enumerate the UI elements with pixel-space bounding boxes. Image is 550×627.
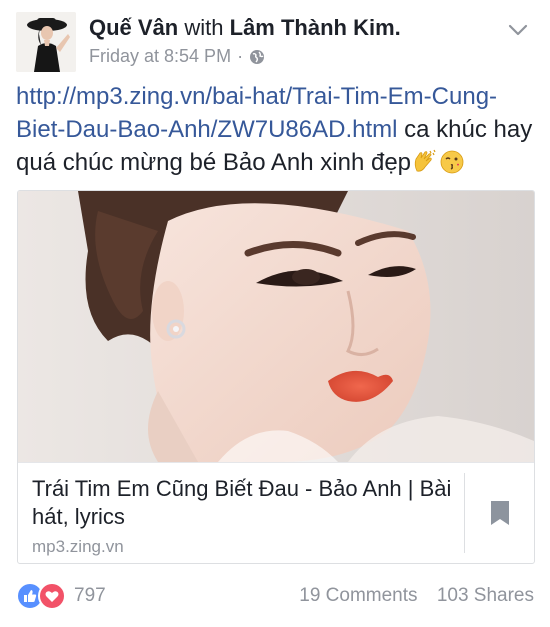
- tagged-name[interactable]: Lâm Thành Kim.: [230, 15, 401, 40]
- post-timestamp[interactable]: Friday at 8:54 PM: [89, 46, 231, 67]
- clapping-hands-emoji: [412, 149, 438, 184]
- link-preview-card[interactable]: Trái Tim Em Cũng Biết Đau - Bảo Anh | Bà…: [17, 190, 535, 564]
- shares-count[interactable]: 103 Shares: [437, 585, 534, 606]
- post-message: http://mp3.zing.vn/bai-hat/Trai-Tim-Em-C…: [16, 80, 536, 184]
- bookmark-icon: [490, 500, 510, 526]
- chevron-down-icon: [508, 24, 528, 36]
- author-line: Quế Vân with Lâm Thành Kim.: [89, 14, 401, 42]
- face-blowing-kiss-emoji: [439, 149, 465, 184]
- author-name[interactable]: Quế Vân: [89, 15, 178, 40]
- love-reaction-icon: [38, 582, 66, 610]
- post-stats: 19 Comments 103 Shares: [299, 585, 534, 607]
- save-link-button[interactable]: [464, 473, 534, 553]
- link-preview-domain: mp3.zing.vn: [32, 537, 124, 556]
- meta-separator: ·: [237, 46, 244, 66]
- post-header: Quế Vân with Lâm Thành Kim. Friday at 8:…: [0, 0, 550, 80]
- link-preview-body[interactable]: Trái Tim Em Cũng Biết Đau - Bảo Anh | Bà…: [18, 462, 534, 563]
- comments-count[interactable]: 19 Comments: [299, 585, 417, 606]
- author-avatar[interactable]: [16, 12, 76, 72]
- link-preview-title[interactable]: Trái Tim Em Cũng Biết Đau - Bảo Anh | Bà…: [32, 475, 452, 531]
- link-preview-image[interactable]: [18, 191, 534, 462]
- reactions-summary[interactable]: 797: [16, 582, 106, 610]
- post-meta: Friday at 8:54 PM ·: [89, 46, 265, 67]
- globe-icon[interactable]: [249, 49, 265, 65]
- with-text: with: [184, 15, 224, 40]
- post-footer: 797 19 Comments 103 Shares: [16, 580, 534, 610]
- post-menu-button[interactable]: [500, 12, 536, 48]
- reaction-count: 797: [74, 585, 106, 606]
